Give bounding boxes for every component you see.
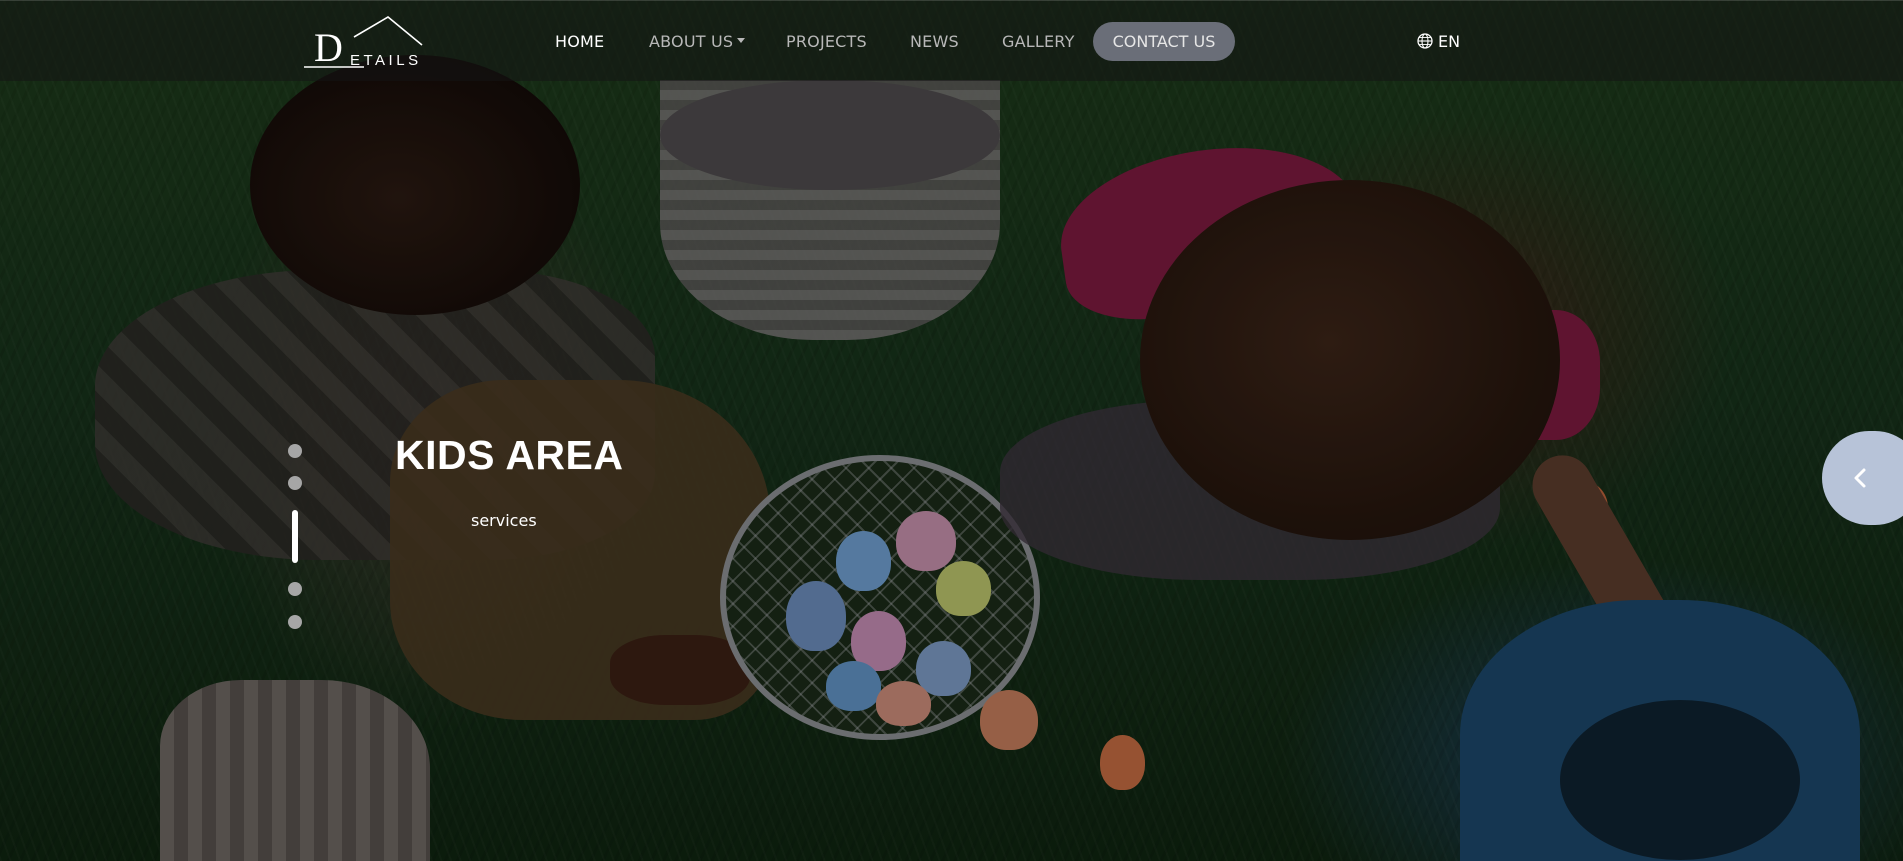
svg-text:D: D xyxy=(314,25,343,70)
hero-subtitle: services xyxy=(471,511,537,530)
slide-indicator-2[interactable] xyxy=(288,476,302,490)
caret-down-icon xyxy=(737,38,746,43)
slide-indicator-5[interactable] xyxy=(288,615,302,629)
nav-item-about-us[interactable]: ABOUT US xyxy=(649,32,746,51)
slide-indicator-1[interactable] xyxy=(288,444,302,458)
hero-background-image xyxy=(0,0,1903,861)
contact-us-button[interactable]: CONTACT US xyxy=(1093,22,1235,61)
slide-indicator-4[interactable] xyxy=(288,582,302,596)
chevron-left-icon xyxy=(1854,468,1866,488)
globe-icon xyxy=(1417,33,1433,49)
nav-item-about-us-label: ABOUT US xyxy=(649,32,734,51)
hero-title: KIDS AREA xyxy=(395,432,624,478)
language-selector[interactable]: EN xyxy=(1417,32,1461,51)
slide-indicator-3-active[interactable] xyxy=(292,510,298,563)
details-logo[interactable]: D ETAILS xyxy=(304,15,426,71)
top-navbar: D ETAILS HOME ABOUT US PROJECTS NEWS GAL… xyxy=(0,0,1903,81)
svg-text:ETAILS: ETAILS xyxy=(350,52,422,69)
nav-item-projects[interactable]: PROJECTS xyxy=(786,32,867,51)
language-label: EN xyxy=(1438,32,1461,51)
nav-item-news[interactable]: NEWS xyxy=(910,32,959,51)
nav-item-home[interactable]: HOME xyxy=(555,32,604,51)
nav-item-gallery[interactable]: GALLERY xyxy=(1002,32,1075,51)
